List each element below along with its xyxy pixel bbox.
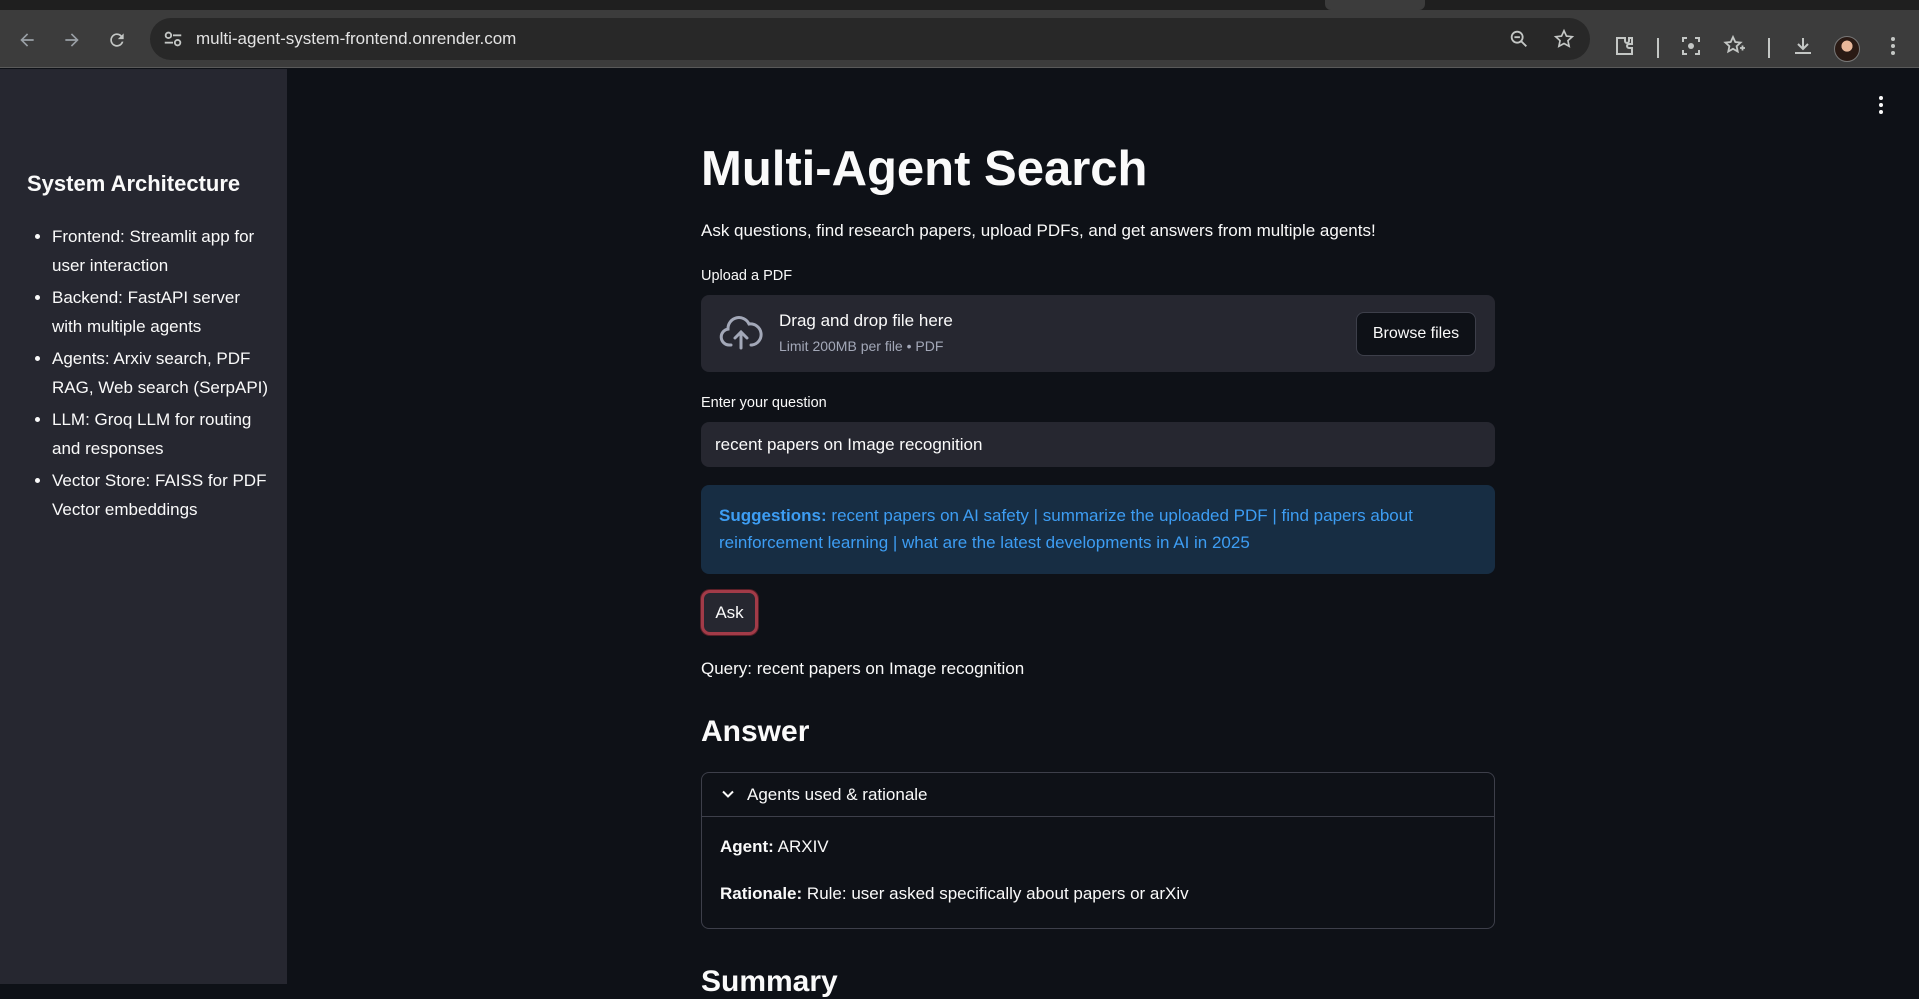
sidebar-item: Agents: Arxiv search, PDF RAG, Web searc… (52, 345, 274, 402)
forward-icon[interactable] (58, 26, 86, 54)
zoom-icon[interactable] (1508, 28, 1530, 50)
ask-button[interactable]: Ask (701, 590, 758, 635)
chevron-down-icon (720, 786, 736, 802)
pdf-dropzone[interactable]: Drag and drop file here Limit 200MB per … (701, 295, 1495, 372)
question-label: Enter your question (701, 395, 827, 411)
browser-menu-icon[interactable] (1881, 34, 1905, 58)
site-settings-icon[interactable] (162, 28, 184, 50)
address-bar[interactable]: multi-agent-system-frontend.onrender.com (150, 18, 1590, 60)
question-input[interactable] (701, 422, 1495, 467)
sidebar-item: Backend: FastAPI server with multiple ag… (52, 284, 274, 341)
bookmark-star-icon[interactable] (1553, 28, 1575, 50)
reload-icon[interactable] (103, 26, 131, 54)
rationale-value: Rule: user asked specifically about pape… (806, 884, 1189, 903)
toolbar-divider (1657, 38, 1659, 58)
suggestions-info-box: Suggestions: recent papers on AI safety … (701, 485, 1495, 574)
intro-text: Ask questions, find research papers, upl… (701, 221, 1376, 240)
browse-files-button[interactable]: Browse files (1356, 312, 1476, 356)
download-icon[interactable] (1791, 34, 1815, 58)
rationale-row: Rationale: Rule: user asked specifically… (720, 884, 1189, 904)
sidebar: System Architecture Frontend: Streamlit … (0, 69, 287, 984)
sidebar-item: Vector Store: FAISS for PDF Vector embed… (52, 467, 274, 524)
query-echo: Query: recent papers on Image recognitio… (701, 659, 1025, 678)
sidebar-list: Frontend: Streamlit app for user interac… (52, 223, 274, 528)
dropzone-limit: Limit 200MB per file • PDF (779, 338, 944, 354)
page-title: Multi-Agent Search (701, 142, 1148, 196)
agent-label: Agent: (720, 837, 774, 856)
app-menu-icon[interactable] (1869, 93, 1893, 117)
screen-capture-icon[interactable] (1679, 34, 1703, 58)
extensions-icon[interactable] (1612, 34, 1636, 58)
sidebar-item: LLM: Groq LLM for routing and responses (52, 406, 274, 463)
dropzone-title: Drag and drop file here (779, 311, 953, 330)
profile-avatar[interactable] (1834, 36, 1860, 62)
answer-heading: Answer (701, 715, 810, 748)
expander-title: Agents used & rationale (747, 785, 928, 804)
url-text[interactable]: multi-agent-system-frontend.onrender.com (196, 29, 516, 49)
favorites-icon[interactable] (1723, 34, 1747, 58)
agent-row: Agent: ARXIV (720, 837, 829, 857)
sidebar-heading: System Architecture (27, 171, 241, 196)
suggestions-prefix: Suggestions: (719, 506, 827, 525)
browser-toolbar: multi-agent-system-frontend.onrender.com (0, 10, 1919, 68)
agents-expander: Agents used & rationale Agent: ARXIV Rat… (701, 772, 1495, 929)
upload-label: Upload a PDF (701, 268, 793, 284)
active-tab[interactable] (1325, 0, 1425, 10)
expander-header[interactable]: Agents used & rationale (702, 773, 1494, 817)
summary-heading: Summary (701, 965, 838, 998)
back-icon[interactable] (13, 26, 41, 54)
cloud-upload-icon (719, 315, 763, 351)
browser-tabstrip (0, 0, 1919, 10)
toolbar-divider (1768, 38, 1770, 58)
rationale-label: Rationale: (720, 884, 803, 903)
agent-value: ARXIV (777, 837, 829, 856)
sidebar-item: Frontend: Streamlit app for user interac… (52, 223, 274, 280)
